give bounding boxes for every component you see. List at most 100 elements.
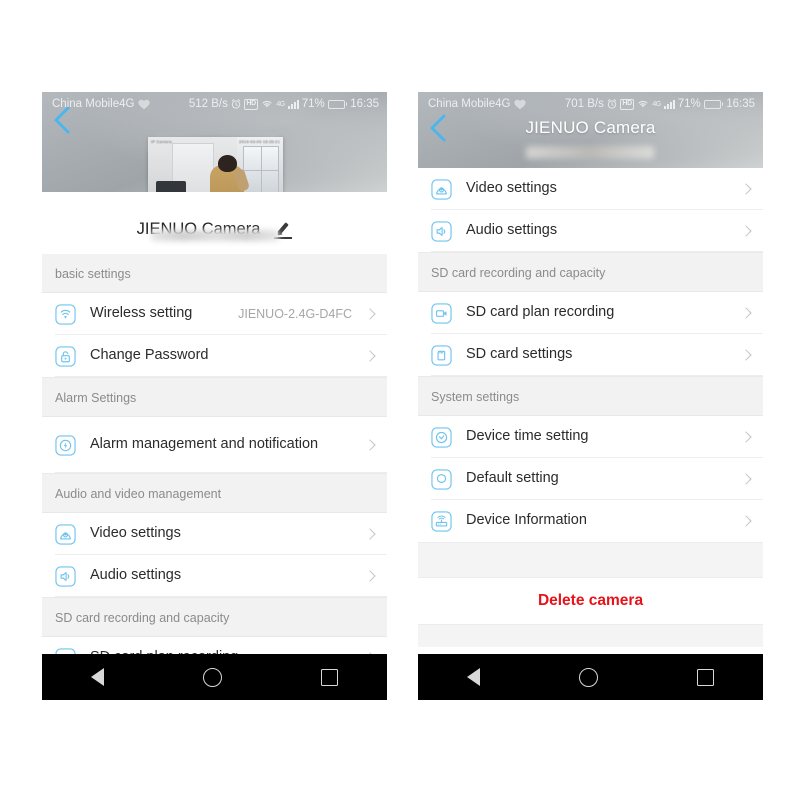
heart-icon	[514, 99, 527, 110]
hd-badge: HD	[243, 98, 259, 110]
wifi-icon	[261, 99, 273, 109]
settings-list-right: Video settings Audio settings SD card re…	[418, 168, 763, 647]
router-icon	[431, 510, 452, 532]
chevron-right-icon	[364, 439, 376, 451]
lock-icon	[55, 345, 76, 367]
section-header-sd-card: SD card recording and capacity	[418, 252, 763, 292]
hd-badge: HD	[619, 98, 635, 110]
list-item-audio-settings[interactable]: Audio settings	[418, 210, 763, 252]
list-item-alarm-management[interactable]: Alarm management and notification	[42, 417, 387, 473]
list-item-label: SD card plan recording	[466, 304, 615, 321]
list-item-label: Video settings	[466, 180, 557, 197]
nav-back-icon[interactable]	[467, 668, 481, 686]
battery-icon	[327, 99, 348, 109]
section-header-basic-settings: basic settings	[42, 254, 387, 293]
clock-time-label: 16:35	[350, 98, 379, 110]
nav-home-icon[interactable]	[578, 667, 598, 687]
list-spacer	[418, 542, 763, 578]
list-item-audio-settings[interactable]: Audio settings	[42, 555, 387, 597]
android-nav-bar-right	[418, 654, 763, 700]
clock-time-label: 16:35	[726, 98, 755, 110]
heart-icon	[138, 99, 151, 110]
list-item-label: Alarm management and notification	[90, 436, 319, 453]
camera-live-thumbnail[interactable]: IP Camera 2019-03-09 16:35:21	[148, 137, 283, 192]
gear-icon	[431, 468, 452, 490]
carrier-label: China Mobile4G	[428, 98, 511, 110]
status-bar-left: China Mobile4G 512 B/s HD 4G 71% 16:35	[42, 92, 387, 116]
list-item-sd-card-plan-recording[interactable]: SD card plan recording	[418, 292, 763, 334]
list-item-video-settings[interactable]: Video settings	[42, 513, 387, 555]
section-header-system-settings: System settings	[418, 376, 763, 416]
page-title: JIENUO Camera	[525, 118, 656, 137]
list-item-video-settings[interactable]: Video settings	[418, 168, 763, 210]
battery-percent-label: 71%	[677, 98, 701, 110]
list-spacer-bottom	[418, 624, 763, 647]
settings-list-left: basic settings Wireless setting JIENUO-2…	[42, 254, 387, 679]
chevron-right-icon	[740, 183, 752, 195]
nav-back-icon[interactable]	[91, 668, 105, 686]
section-header-audio-video: Audio and video management	[42, 473, 387, 513]
data-rate-label: 512 B/s	[188, 98, 228, 110]
chevron-right-icon	[740, 515, 752, 527]
wireless-ssid-value: JIENUO-2.4G-D4FC	[238, 307, 352, 321]
chevron-right-icon	[740, 225, 752, 237]
list-item-label: Device Information	[466, 512, 587, 529]
video-camera-icon	[431, 302, 452, 324]
list-item-default-setting[interactable]: Default setting	[418, 458, 763, 500]
screenshot-canvas: China Mobile4G 512 B/s HD 4G 71% 16:35 I…	[0, 0, 800, 800]
status-bar-right: China Mobile4G 701 B/s HD 4G 71% 16:35	[418, 92, 763, 116]
signal-bars-icon	[663, 99, 675, 109]
thumbnail-osd-left: IP Camera	[151, 139, 172, 144]
sd-card-icon	[431, 344, 452, 366]
list-item-device-time-setting[interactable]: Device time setting	[418, 416, 763, 458]
chevron-right-icon	[364, 350, 376, 362]
thumbnail-osd-right: 2019-03-09 16:35:21	[239, 139, 280, 144]
chevron-right-icon	[740, 473, 752, 485]
list-item-label: Change Password	[90, 347, 209, 364]
camera-dome-icon	[431, 178, 452, 200]
phone-screen-left: China Mobile4G 512 B/s HD 4G 71% 16:35 I…	[42, 92, 387, 700]
chevron-right-icon	[740, 307, 752, 319]
nav-recent-apps-icon[interactable]	[320, 668, 338, 686]
alarm-clock-icon	[607, 99, 617, 109]
nav-home-icon[interactable]	[202, 667, 222, 687]
android-nav-bar-left	[42, 654, 387, 700]
camera-hero-header-right: China Mobile4G 701 B/s HD 4G 71% 16:35 J…	[418, 92, 763, 168]
list-item-label: Wireless setting	[90, 305, 193, 322]
chevron-right-icon	[740, 349, 752, 361]
chevron-right-icon	[364, 570, 376, 582]
list-item-change-password[interactable]: Change Password	[42, 335, 387, 377]
delete-camera-label: Delete camera	[537, 592, 644, 609]
speaker-icon	[55, 565, 76, 587]
wifi-icon	[55, 303, 76, 325]
device-id-redacted-right	[526, 146, 654, 159]
list-item-sd-card-settings[interactable]: SD card settings	[418, 334, 763, 376]
battery-icon	[703, 99, 724, 109]
camera-name-block: JIENUO Camera	[42, 192, 387, 254]
camera-dome-icon	[55, 523, 76, 545]
list-item-label: SD card settings	[466, 346, 573, 363]
delete-camera-button[interactable]: Delete camera	[418, 578, 763, 624]
nav-recent-apps-icon[interactable]	[696, 668, 714, 686]
chevron-right-icon	[364, 308, 376, 320]
alarm-clock-icon	[231, 99, 241, 109]
camera-hero-header-left: China Mobile4G 512 B/s HD 4G 71% 16:35 I…	[42, 92, 387, 192]
signal-bars-icon	[287, 99, 299, 109]
list-item-label: Audio settings	[90, 567, 182, 584]
carrier-label: China Mobile4G	[52, 98, 135, 110]
list-item-device-information[interactable]: Device Information	[418, 500, 763, 542]
battery-percent-label: 71%	[301, 98, 325, 110]
chevron-right-icon	[740, 431, 752, 443]
network-type-label: 4G	[276, 100, 285, 108]
alarm-bolt-icon	[55, 434, 76, 456]
section-header-sd-card: SD card recording and capacity	[42, 597, 387, 637]
wifi-icon	[637, 99, 649, 109]
list-item-wireless-setting[interactable]: Wireless setting JIENUO-2.4G-D4FC	[42, 293, 387, 335]
chevron-right-icon	[364, 528, 376, 540]
list-item-label: Default setting	[466, 470, 559, 487]
list-item-label: Device time setting	[466, 428, 589, 445]
list-item-label: Video settings	[90, 525, 181, 542]
clock-icon	[431, 426, 452, 448]
device-id-redacted	[150, 230, 279, 241]
data-rate-label: 701 B/s	[564, 98, 604, 110]
